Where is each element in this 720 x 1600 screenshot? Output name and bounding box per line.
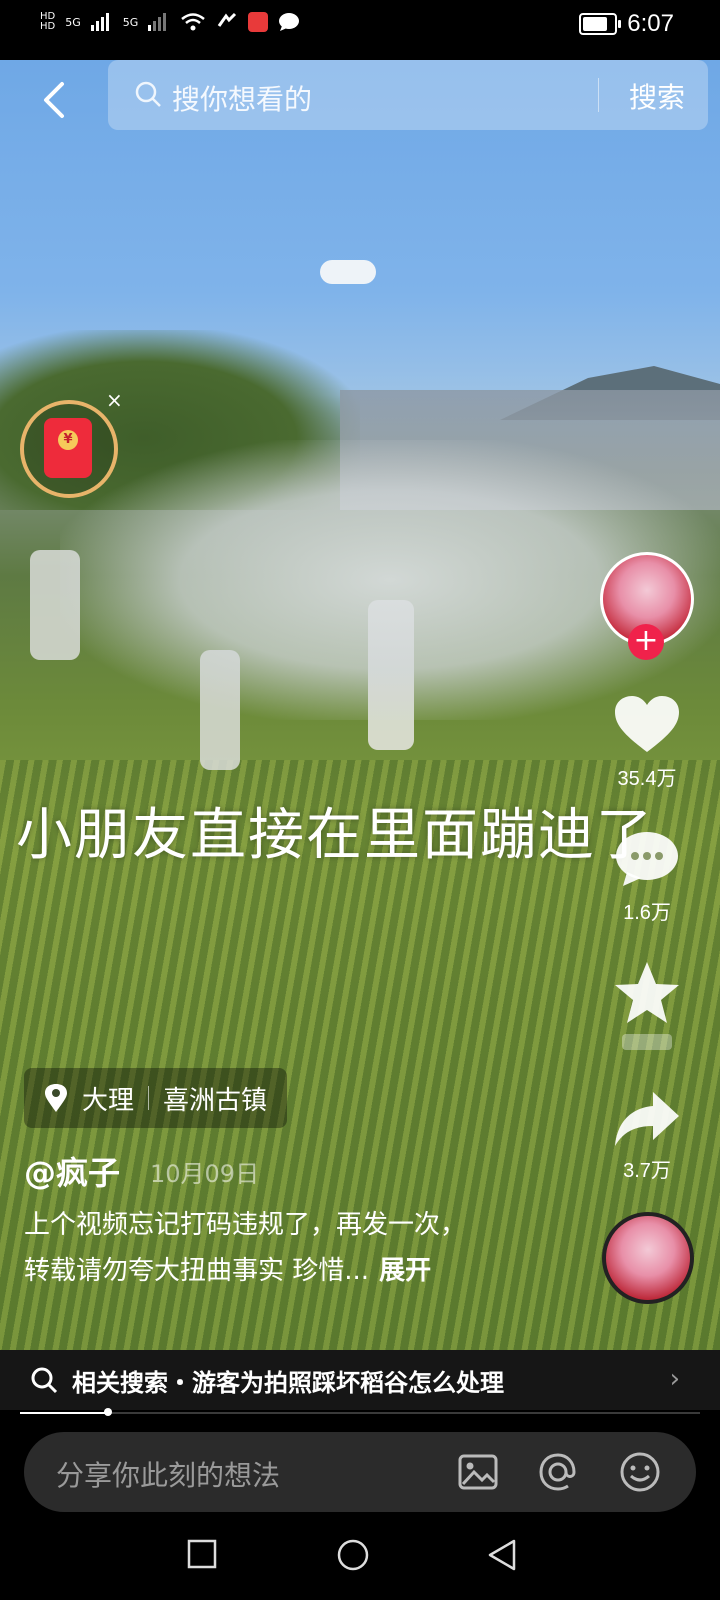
share-count: 3.7万 bbox=[623, 1160, 671, 1182]
location-pin-icon bbox=[45, 1084, 67, 1112]
image-icon[interactable] bbox=[456, 1450, 500, 1494]
back-icon[interactable] bbox=[36, 80, 76, 120]
comment-icon bbox=[616, 832, 678, 886]
top-bar: 搜你想看的 搜索 bbox=[0, 60, 720, 140]
status-right: 6:07 bbox=[579, 10, 674, 38]
recents-icon[interactable] bbox=[186, 1538, 218, 1570]
share-icon bbox=[615, 1092, 679, 1146]
signal-2-label: 5G bbox=[122, 15, 139, 29]
location-place: 喜洲古镇 bbox=[163, 1085, 268, 1116]
bottom-bar: 分享你此刻的想法 bbox=[0, 1416, 720, 1516]
search-bar[interactable]: 搜你想看的 搜索 bbox=[108, 60, 708, 130]
progress-fill bbox=[20, 1412, 109, 1414]
emoji-icon[interactable] bbox=[618, 1450, 662, 1494]
music-disc[interactable] bbox=[602, 1212, 694, 1304]
author-name[interactable]: @疯子 bbox=[24, 1148, 120, 1194]
comment-button[interactable]: 1.6万 bbox=[606, 828, 688, 925]
close-icon[interactable]: × bbox=[106, 388, 123, 412]
home-icon[interactable] bbox=[336, 1538, 370, 1572]
location-divider bbox=[148, 1086, 150, 1110]
search-button[interactable]: 搜索 bbox=[612, 76, 702, 116]
mention-icon[interactable] bbox=[536, 1450, 580, 1494]
star-icon bbox=[615, 962, 679, 1023]
post-date: 10月09日 bbox=[150, 1160, 260, 1188]
expand-button[interactable]: 展开 bbox=[379, 1256, 431, 1286]
search-input[interactable]: 搜你想看的 bbox=[172, 78, 312, 118]
video-caption: 小朋友直接在里面蹦迪了 bbox=[16, 803, 654, 868]
back-nav-icon[interactable] bbox=[486, 1538, 518, 1572]
follow-button[interactable]: + bbox=[628, 624, 664, 660]
progress-handle[interactable] bbox=[104, 1408, 113, 1416]
favorite-count-blurred bbox=[622, 1034, 672, 1050]
comment-placeholder: 分享你此刻的想法 bbox=[56, 1459, 281, 1492]
search-icon bbox=[135, 81, 161, 107]
search-icon bbox=[31, 1367, 58, 1394]
related-search-text: 相关搜索・游客为拍照踩坏稻谷怎么处理 bbox=[72, 1368, 504, 1397]
like-count: 35.4万 bbox=[617, 768, 677, 790]
status-bar: HD HD 5G 5G 6:07 bbox=[0, 0, 720, 60]
comment-input[interactable]: 分享你此刻的想法 bbox=[24, 1432, 696, 1512]
related-search-bar[interactable]: 相关搜索・游客为拍照踩坏稻谷怎么处理 › bbox=[0, 1350, 720, 1410]
signal-1-label: 5G bbox=[65, 15, 81, 29]
clock: 6:07 bbox=[627, 10, 674, 37]
post-description-line-2: 转载请勿夸大扭曲事实 珍惜... 展开 bbox=[24, 1250, 584, 1287]
message-icon bbox=[279, 13, 300, 31]
favorite-button[interactable] bbox=[606, 960, 688, 1050]
app-notification-icon bbox=[248, 12, 269, 32]
status-left: HD HD 5G 5G bbox=[40, 12, 300, 32]
hd-icon: HD HD bbox=[40, 11, 56, 32]
like-button[interactable]: 35.4万 bbox=[606, 694, 688, 791]
system-nav-bar bbox=[0, 1516, 720, 1600]
comment-count: 1.6万 bbox=[623, 902, 671, 924]
nfc-icon bbox=[218, 12, 237, 27]
heart-icon bbox=[615, 696, 679, 752]
video-cloud bbox=[320, 260, 376, 284]
video-progress-bar[interactable] bbox=[20, 1408, 700, 1416]
red-packet-button[interactable]: ¥ bbox=[20, 400, 118, 498]
location-city: 大理 bbox=[82, 1085, 135, 1116]
desc-text-1: 上个视频忘记打码违规了，再发一次， bbox=[24, 1210, 467, 1240]
battery-icon bbox=[579, 13, 622, 35]
post-description-line-1: 上个视频忘记打码违规了，再发一次， bbox=[24, 1204, 584, 1241]
share-button[interactable]: 3.7万 bbox=[606, 1090, 688, 1183]
desc-text-2: 转载请勿夸大扭曲事实 珍惜... bbox=[24, 1256, 370, 1286]
location-tag[interactable]: 大理 喜洲古镇 bbox=[24, 1068, 288, 1128]
search-divider bbox=[598, 78, 599, 112]
signal-icon-2 bbox=[148, 13, 167, 31]
chevron-right-icon: › bbox=[669, 1364, 680, 1394]
wifi-icon bbox=[181, 13, 206, 31]
yuan-coin-icon: ¥ bbox=[58, 430, 78, 450]
signal-icon bbox=[90, 13, 109, 31]
